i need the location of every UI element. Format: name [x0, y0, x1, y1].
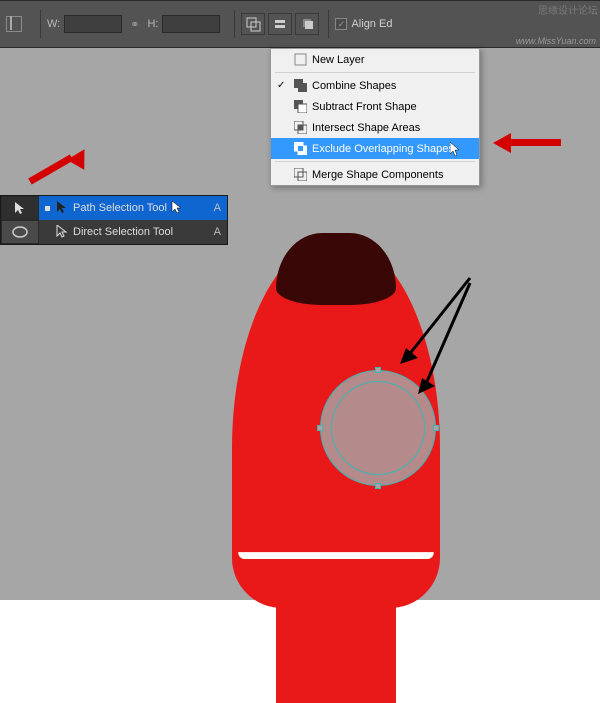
height-label: H: — [147, 18, 158, 30]
divider — [328, 10, 329, 38]
tool-shortcut: A — [214, 226, 221, 238]
watermark-url: www.MissYuan.com — [516, 36, 596, 46]
menu-label: Combine Shapes — [312, 80, 396, 92]
align-edges-label: Align Ed — [351, 18, 392, 30]
path-alignment-button[interactable] — [268, 13, 292, 35]
options-bar: W: ⚭ H: ✓ Align Ed 思缘设计论坛 www.MissYuan.c… — [0, 0, 600, 48]
anchor-handle[interactable] — [375, 483, 381, 489]
merge-icon — [293, 168, 307, 182]
width-input[interactable] — [64, 15, 122, 33]
menu-label: Intersect Shape Areas — [312, 122, 420, 134]
anchor-handle[interactable] — [433, 425, 439, 431]
menu-label: Exclude Overlapping Shapes — [312, 143, 454, 155]
selection-tool-flyout: Path Selection Tool A Direct Selection T… — [0, 195, 228, 245]
menu-item-combine-shapes[interactable]: ✓ Combine Shapes — [271, 75, 479, 96]
path-operations-button[interactable] — [241, 13, 265, 35]
live-shape-indicator — [6, 16, 22, 32]
exclude-icon — [293, 142, 307, 156]
menu-label: Merge Shape Components — [312, 169, 443, 181]
rocket-stripe — [238, 552, 435, 559]
menu-item-intersect[interactable]: Intersect Shape Areas — [271, 117, 479, 138]
menu-item-merge[interactable]: Merge Shape Components — [271, 164, 479, 185]
path-operations-dropdown: New Layer ✓ Combine Shapes Subtract Fron… — [270, 48, 480, 186]
menu-separator — [275, 161, 475, 162]
checkmark-icon: ✓ — [277, 80, 285, 91]
annotation-arrow-black — [390, 278, 490, 403]
divider — [234, 10, 235, 38]
tool-icons-column — [1, 196, 39, 244]
cursor-icon — [450, 142, 462, 158]
tool-label: Path Selection Tool — [73, 202, 167, 214]
tool-shortcut: A — [214, 202, 221, 214]
menu-item-new-layer[interactable]: New Layer — [271, 49, 479, 70]
rocket-tip — [276, 233, 396, 305]
width-label: W: — [47, 18, 60, 30]
align-edges-checkbox[interactable]: ✓ — [335, 18, 347, 30]
tool-item-direct-selection[interactable]: Direct Selection Tool A — [39, 220, 227, 244]
subtract-icon — [293, 100, 307, 114]
menu-separator — [275, 72, 475, 73]
anchor-handle[interactable] — [317, 425, 323, 431]
watermark-text: 思缘设计论坛 — [538, 2, 598, 17]
menu-label: New Layer — [312, 54, 365, 66]
path-selection-tool-icon[interactable] — [1, 196, 39, 220]
new-layer-icon — [293, 53, 307, 67]
tool-item-path-selection[interactable]: Path Selection Tool A — [39, 196, 227, 220]
link-icon[interactable]: ⚭ — [130, 18, 139, 31]
height-input[interactable] — [162, 15, 220, 33]
menu-label: Subtract Front Shape — [312, 101, 417, 113]
menu-item-exclude[interactable]: Exclude Overlapping Shapes — [271, 138, 479, 159]
path-arrangement-button[interactable] — [295, 13, 319, 35]
ellipse-tool-icon[interactable] — [1, 220, 39, 244]
tool-label: Direct Selection Tool — [73, 226, 173, 238]
intersect-icon — [293, 121, 307, 135]
combine-icon — [293, 79, 307, 93]
active-dot-icon — [45, 206, 50, 211]
anchor-handle[interactable] — [375, 367, 381, 373]
checkmark-icon: ✓ — [338, 19, 346, 30]
divider — [40, 10, 41, 38]
menu-item-subtract[interactable]: Subtract Front Shape — [271, 96, 479, 117]
